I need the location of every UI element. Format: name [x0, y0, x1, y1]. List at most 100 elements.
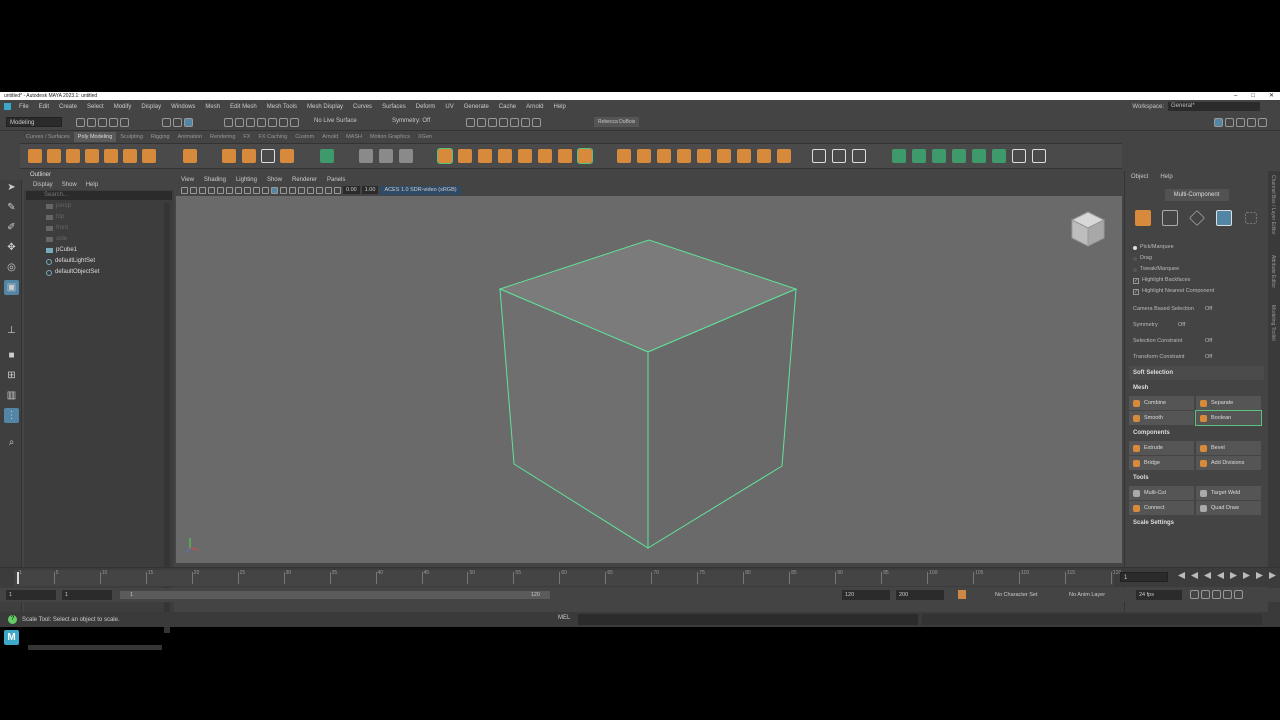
poly-cube-icon[interactable] — [47, 149, 61, 163]
text-icon[interactable] — [261, 149, 275, 163]
selection-constraint-row[interactable]: Selection Constraint Off — [1125, 333, 1268, 349]
highlight-backfaces-option[interactable]: ✓ Highlight Backfaces — [1125, 275, 1268, 286]
play-forward-icon[interactable] — [1230, 572, 1237, 579]
render-frame-icon[interactable] — [477, 118, 486, 127]
step-forward-frame-icon[interactable] — [1243, 572, 1250, 579]
fps-dropdown[interactable]: 24 fps — [1136, 590, 1182, 600]
symmetry-row[interactable]: Symmetry Off — [1125, 317, 1268, 333]
script-language-toggle[interactable]: MEL — [558, 615, 570, 621]
retopologize-icon[interactable] — [577, 148, 593, 164]
gamma-field[interactable]: 1.00 — [361, 186, 379, 194]
rotate-tool-icon[interactable]: ◎ — [4, 260, 19, 275]
add-divisions-button[interactable]: Add Divisions — [1196, 456, 1261, 470]
menu-mesh-display[interactable]: Mesh Display — [302, 104, 348, 110]
menu-deform[interactable]: Deform — [411, 104, 441, 110]
transform-constraint-row[interactable]: Transform Constraint Off — [1125, 349, 1268, 365]
channel-box-tab[interactable]: Channel Box / Layer Editor — [1270, 175, 1276, 235]
menu-arnold[interactable]: Arnold — [521, 104, 548, 110]
shelf-tab-motion-graphics[interactable]: Motion Graphics — [366, 132, 414, 142]
uv-mode-icon[interactable] — [1245, 212, 1257, 224]
outliner-item-front[interactable]: front — [24, 223, 174, 234]
menu-generate[interactable]: Generate — [459, 104, 494, 110]
shadows-icon[interactable] — [307, 186, 314, 194]
menu-modify[interactable]: Modify — [109, 104, 137, 110]
time-ruler[interactable]: 1 5 10 15 20 25 30 35 40 45 50 55 60 65 70 75 80 85 90 95 10… — [14, 570, 1121, 586]
colorspace-dropdown[interactable]: ACES 1.0 SDR-video (sRGB) — [380, 185, 461, 195]
poly-type-icon[interactable] — [242, 149, 256, 163]
settings-gear-icon[interactable] — [1258, 118, 1267, 127]
ipr-render-icon[interactable] — [488, 118, 497, 127]
menu-uv[interactable]: UV — [440, 104, 458, 110]
outliner-item-pcube1[interactable]: pCube1 — [24, 245, 174, 256]
close-icon[interactable]: ✕ — [1269, 92, 1274, 100]
step-back-frame-icon[interactable] — [1204, 572, 1211, 579]
range-bar[interactable]: 1 120 — [120, 591, 550, 599]
menu-mesh-tools[interactable]: Mesh Tools — [262, 104, 302, 110]
lasso-tool-icon[interactable]: ✎ — [4, 200, 19, 215]
safe-action-icon[interactable] — [253, 186, 260, 194]
mirror-icon[interactable] — [498, 149, 512, 163]
loop-icon[interactable] — [1190, 590, 1199, 599]
textured-icon[interactable] — [289, 186, 296, 194]
time-slider[interactable]: 1 5 10 15 20 25 30 35 40 45 50 55 60 65 70 75 80 85 90 95 10… — [0, 567, 1280, 587]
ambient-occlusion-icon[interactable] — [316, 186, 323, 194]
relax-brush-icon[interactable] — [932, 149, 946, 163]
new-scene-icon[interactable] — [76, 118, 85, 127]
menu-help[interactable]: Help — [548, 104, 570, 110]
history-icon[interactable] — [399, 149, 413, 163]
panel-menu-panels[interactable]: Panels — [327, 175, 345, 185]
bevel-icon[interactable] — [637, 149, 651, 163]
tools-section[interactable]: Tools — [1129, 471, 1264, 485]
uv-editor-icon[interactable] — [320, 149, 334, 163]
panel-menu-renderer[interactable]: Renderer — [292, 175, 317, 185]
attribute-editor-icon[interactable] — [1236, 118, 1245, 127]
resolution-gate-icon[interactable] — [226, 186, 233, 194]
extrude-button[interactable]: Extrude — [1129, 441, 1194, 455]
current-frame-field[interactable]: 1 — [1120, 572, 1168, 582]
auto-key-icon[interactable] — [958, 590, 966, 599]
camera-based-selection-row[interactable]: Camera Based Selection Off — [1125, 301, 1268, 317]
offset-loop-icon[interactable] — [777, 149, 791, 163]
panel-menu-show[interactable]: Show — [267, 175, 282, 185]
pinch-brush-icon[interactable] — [972, 149, 986, 163]
transfer-attributes-icon[interactable] — [1012, 149, 1026, 163]
snap-vertex-icon[interactable] — [290, 118, 299, 127]
save-scene-icon[interactable] — [98, 118, 107, 127]
bridge-icon[interactable] — [657, 149, 671, 163]
extrude-icon[interactable] — [617, 149, 631, 163]
shelf-tab-sculpting[interactable]: Sculpting — [116, 132, 147, 142]
snap-curve-icon[interactable] — [235, 118, 244, 127]
single-view-icon[interactable]: ■ — [4, 348, 19, 363]
live-surface-label[interactable]: No Live Surface — [314, 118, 357, 124]
snap-edge-icon[interactable] — [279, 118, 288, 127]
connect-button[interactable]: Connect — [1129, 501, 1194, 515]
modeling-toolkit-icon[interactable] — [1214, 118, 1223, 127]
shelf-tab-mash[interactable]: MASH — [342, 132, 366, 142]
panel-menu-lighting[interactable]: Lighting — [236, 175, 257, 185]
menu-file[interactable]: File — [14, 104, 34, 110]
circularize-icon[interactable] — [757, 149, 771, 163]
channel-box-icon[interactable] — [1225, 118, 1234, 127]
minimize-icon[interactable]: – — [1234, 92, 1237, 100]
render-settings-icon[interactable] — [499, 118, 508, 127]
select-hierarchy-icon[interactable] — [162, 118, 171, 127]
paint-select-icon[interactable]: ✐ — [4, 220, 19, 235]
shelf-tab-fx[interactable]: FX — [239, 132, 254, 142]
components-section[interactable]: Components — [1129, 426, 1264, 440]
start-frame-field[interactable]: 1 — [6, 590, 56, 600]
undo-icon[interactable] — [109, 118, 118, 127]
smooth-brush-icon[interactable] — [912, 149, 926, 163]
smooth-button[interactable]: Smooth — [1129, 411, 1194, 425]
shelf-tab-rigging[interactable]: Rigging — [147, 132, 174, 142]
panel-menu-shading[interactable]: Shading — [204, 175, 226, 185]
object-mode-icon[interactable] — [1135, 210, 1151, 226]
playhead[interactable] — [17, 572, 19, 584]
playback-start-field[interactable]: 1 — [62, 590, 112, 600]
move-tool-icon[interactable]: ✥ — [4, 240, 19, 255]
command-input[interactable] — [578, 614, 918, 625]
bridge-button[interactable]: Bridge — [1129, 456, 1194, 470]
maximize-icon[interactable]: □ — [1251, 92, 1255, 100]
quad-draw-icon[interactable] — [852, 149, 866, 163]
grab-brush-icon[interactable] — [952, 149, 966, 163]
menu-select[interactable]: Select — [82, 104, 109, 110]
